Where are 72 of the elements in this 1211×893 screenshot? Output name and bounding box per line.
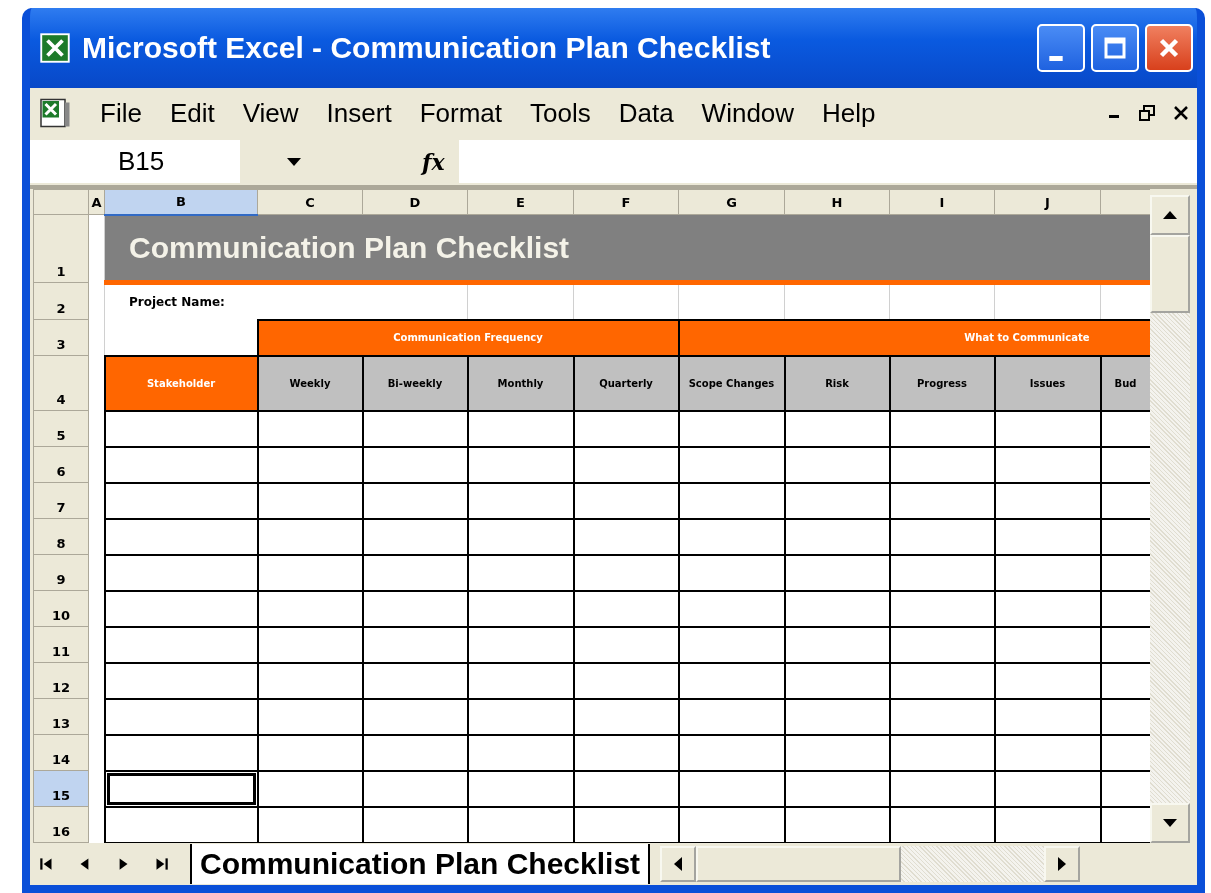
row-header[interactable]: 13: [33, 698, 89, 735]
scroll-up-button[interactable]: [1150, 195, 1190, 235]
menu-item[interactable]: Insert: [326, 97, 392, 129]
menu-item[interactable]: Window: [701, 97, 795, 129]
scroll-right-button[interactable]: [1044, 846, 1081, 882]
menu-item[interactable]: Format: [419, 97, 502, 129]
column-heading: Stakeholder: [104, 355, 258, 411]
active-cell[interactable]: [104, 770, 258, 807]
sheet-tab[interactable]: Communication Plan Checklist: [190, 844, 651, 884]
column-heading: Weekly: [257, 355, 363, 411]
column-header[interactable]: C: [257, 189, 363, 215]
column-heading: Monthly: [467, 355, 574, 411]
spreadsheet-icon: [40, 33, 70, 63]
maximize-button[interactable]: [1091, 24, 1139, 72]
row-header[interactable]: 5: [33, 410, 89, 447]
column-header[interactable]: J: [994, 189, 1101, 215]
column-heading: Bi-weekly: [362, 355, 468, 411]
menu-item[interactable]: Help: [822, 97, 876, 129]
menu-item[interactable]: Tools: [530, 97, 591, 129]
column-header[interactable]: D: [362, 189, 468, 215]
row-header[interactable]: 16: [33, 806, 89, 843]
row-header[interactable]: 9: [33, 554, 89, 591]
column-header[interactable]: E: [467, 189, 574, 215]
row-header[interactable]: 7: [33, 482, 89, 519]
up-arrow-icon: [1162, 210, 1178, 220]
close-icon[interactable]: [1173, 105, 1189, 121]
group-header: Communication Frequency: [257, 319, 679, 356]
close-button[interactable]: [1145, 24, 1193, 72]
row-header[interactable]: 4: [33, 355, 89, 411]
column-header[interactable]: H: [784, 189, 890, 215]
column-heading: Risk: [784, 355, 890, 411]
column-header[interactable]: F: [573, 189, 679, 215]
window-title: Microsoft Excel - Communication Plan Checklist: [82, 31, 772, 65]
group-header: What to Communicate: [678, 319, 1150, 356]
column-heading: Quarterly: [573, 355, 679, 411]
dropdown-arrow-icon[interactable]: [286, 156, 302, 167]
insert-function-button[interactable]: fx: [422, 148, 445, 175]
right-arrow-icon: [1057, 856, 1068, 872]
row-header[interactable]: 3: [33, 319, 89, 356]
column-heading: Bud: [1100, 355, 1150, 411]
column-heading: Progress: [889, 355, 995, 411]
horizontal-scroll-thumb[interactable]: [696, 846, 902, 882]
name-box[interactable]: B15: [30, 140, 240, 183]
row-header[interactable]: 10: [33, 590, 89, 627]
scroll-down-button[interactable]: [1150, 803, 1190, 843]
down-arrow-icon: [1162, 818, 1178, 828]
row-header[interactable]: 14: [33, 734, 89, 771]
row-header[interactable]: 12: [33, 662, 89, 699]
menu-item[interactable]: File: [100, 97, 142, 129]
row-header[interactable]: 11: [33, 626, 89, 663]
row-header[interactable]: 8: [33, 518, 89, 555]
minimize-button[interactable]: [1037, 24, 1085, 72]
project-name-label: Project Name:: [104, 282, 468, 320]
row-header[interactable]: 2: [33, 282, 89, 320]
row-header[interactable]: 15: [33, 770, 89, 807]
formula-input[interactable]: [458, 140, 1197, 183]
column-header[interactable]: I: [889, 189, 995, 215]
column-heading: Issues: [994, 355, 1101, 411]
menu-item[interactable]: View: [242, 97, 299, 129]
menu-item[interactable]: Data: [618, 97, 674, 129]
column-header[interactable]: B: [104, 189, 258, 215]
row-header[interactable]: 6: [33, 446, 89, 483]
column-heading: Scope Changes: [678, 355, 785, 411]
restore-icon[interactable]: [1139, 105, 1155, 121]
column-header[interactable]: G: [678, 189, 785, 215]
left-arrow-icon: [673, 856, 684, 872]
sheet-title: Communication Plan Checklist: [104, 214, 1150, 283]
scroll-thumb[interactable]: [1150, 235, 1190, 313]
minimize-icon: [1049, 55, 1063, 61]
scroll-left-button[interactable]: [660, 846, 697, 882]
row-header[interactable]: 1: [33, 214, 89, 283]
menu-item[interactable]: Edit: [169, 97, 215, 129]
